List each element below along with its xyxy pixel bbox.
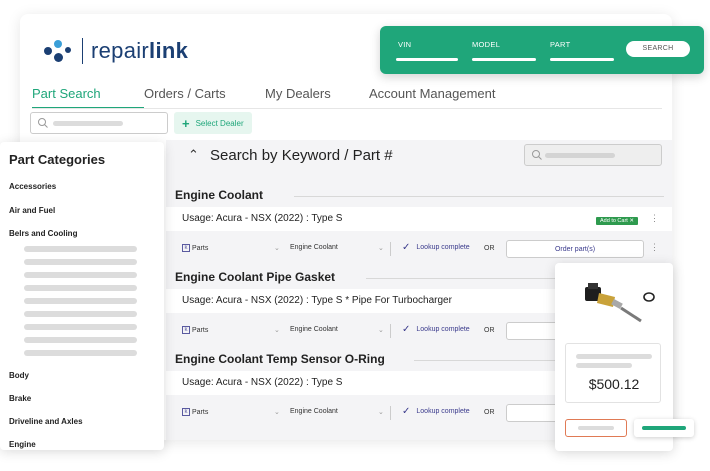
- vertical-divider: [390, 406, 391, 420]
- vertical-divider: [390, 324, 391, 338]
- result-title: Engine Coolant Temp Sensor O-Ring: [175, 352, 385, 366]
- chevron-down-icon: ⌄: [378, 245, 384, 252]
- keyword-search-header: ⌃ Search by Keyword / Part #: [166, 140, 672, 170]
- subcategory-placeholder[interactable]: [24, 259, 137, 265]
- category-selector[interactable]: Engine Coolant: [290, 244, 338, 251]
- price-box: $500.12: [565, 343, 661, 403]
- add-to-cart-badge[interactable]: Add to Cart ✕: [596, 217, 638, 225]
- tab-part-search[interactable]: Part Search: [32, 86, 144, 109]
- search-icon: [532, 150, 542, 160]
- check-icon: ✓: [402, 406, 411, 417]
- category-item[interactable]: Belrs and Cooling: [9, 229, 77, 238]
- order-parts-button[interactable]: Order part(s): [506, 240, 644, 258]
- product-price: $500.12: [588, 376, 640, 392]
- search-placeholder-bar: [53, 121, 123, 126]
- select-dealer-label: Select Dealer: [195, 118, 244, 128]
- logo-divider: [82, 38, 83, 64]
- repairlink-logo[interactable]: repairlink: [42, 38, 188, 64]
- usage-text: Usage: Acura - NSX (2022) : Type S: [182, 377, 343, 388]
- subcategory-placeholder[interactable]: [24, 285, 137, 291]
- primary-action-button[interactable]: [634, 419, 694, 437]
- parts-kind-icon: k: [182, 326, 190, 334]
- vertical-divider: [390, 242, 391, 256]
- vin-search-button[interactable]: SEARCH: [626, 41, 690, 57]
- price-placeholder-line: [576, 363, 632, 368]
- subcategory-placeholder[interactable]: [24, 272, 137, 278]
- vin-label: VIN: [398, 40, 412, 49]
- keyword-search-input[interactable]: [524, 144, 662, 166]
- chevron-down-icon: ⌄: [274, 327, 280, 334]
- category-item[interactable]: Engine: [9, 440, 36, 449]
- keyword-search-title: Search by Keyword / Part #: [210, 147, 393, 164]
- coolant-temp-sensor-image: [585, 283, 655, 323]
- category-selector[interactable]: Engine Coolant: [290, 408, 338, 415]
- price-placeholder-line: [576, 354, 652, 359]
- kebab-menu-icon[interactable]: ⋮: [650, 242, 659, 253]
- vin-search-bar: VIN MODEL PART SEARCH: [380, 26, 704, 74]
- parts-kind-icon: k: [182, 408, 190, 416]
- category-selector[interactable]: Engine Coolant: [290, 326, 338, 333]
- parts-kind-icon: k: [182, 244, 190, 252]
- subcategory-placeholder[interactable]: [24, 311, 137, 317]
- search-placeholder-bar: [545, 153, 615, 158]
- subcategory-placeholder[interactable]: [24, 298, 137, 304]
- chevron-up-icon[interactable]: ⌃: [188, 147, 199, 163]
- usage-text: Usage: Acura - NSX (2022) : Type S: [182, 213, 343, 224]
- check-icon: ✓: [402, 242, 411, 253]
- parts-selector[interactable]: k Parts: [182, 326, 208, 334]
- secondary-action-button[interactable]: [565, 419, 627, 437]
- search-icon: [38, 118, 48, 128]
- vin-input[interactable]: [396, 58, 458, 61]
- result-action-row: k Parts ⌄ Engine Coolant ⌄ ✓ Lookup comple…: [166, 234, 672, 262]
- tab-orders-carts[interactable]: Orders / Carts: [144, 86, 265, 109]
- part-input[interactable]: [550, 58, 614, 61]
- part-categories-panel: Part Categories Accessories Air and Fuel…: [0, 142, 164, 450]
- category-item[interactable]: Driveline and Axles: [9, 417, 83, 426]
- parts-selector[interactable]: k Parts: [182, 408, 208, 416]
- subcategory-placeholder[interactable]: [24, 337, 137, 343]
- section-divider: [294, 196, 664, 197]
- or-label: OR: [484, 245, 495, 252]
- category-item[interactable]: Brake: [9, 394, 31, 403]
- subcategory-placeholder[interactable]: [24, 350, 137, 356]
- plus-icon: +: [182, 115, 190, 131]
- parts-selector[interactable]: k Parts: [182, 244, 208, 252]
- category-item[interactable]: Air and Fuel: [9, 206, 55, 215]
- category-item[interactable]: Body: [9, 371, 29, 380]
- chevron-down-icon: ⌄: [378, 409, 384, 416]
- categories-title: Part Categories: [9, 152, 106, 167]
- chevron-down-icon: ⌄: [274, 409, 280, 416]
- chevron-down-icon: ⌄: [274, 245, 280, 252]
- result-title: Engine Coolant Pipe Gasket: [175, 270, 336, 284]
- model-label: MODEL: [472, 40, 501, 49]
- part-search-input[interactable]: [30, 112, 168, 134]
- main-tabs: Part Search Orders / Carts My Dealers Ac…: [32, 86, 495, 109]
- or-label: OR: [484, 409, 495, 416]
- category-item[interactable]: Accessories: [9, 182, 56, 191]
- lookup-status: ✓ Lookup complete: [402, 406, 470, 417]
- tab-account-management[interactable]: Account Management: [369, 86, 495, 109]
- part-label: PART: [550, 40, 571, 49]
- lookup-status: ✓ Lookup complete: [402, 242, 470, 253]
- tab-divider: [32, 108, 662, 109]
- logo-dots-icon: [42, 38, 72, 64]
- chevron-down-icon: ⌄: [378, 327, 384, 334]
- result-title: Engine Coolant: [175, 188, 263, 202]
- lookup-status: ✓ Lookup complete: [402, 324, 470, 335]
- usage-row: Usage: Acura - NSX (2022) : Type S Add t…: [166, 207, 672, 231]
- or-label: OR: [484, 327, 495, 334]
- logo-wordmark: repairlink: [91, 38, 189, 63]
- check-icon: ✓: [402, 324, 411, 335]
- model-input[interactable]: [472, 58, 536, 61]
- kebab-menu-icon[interactable]: ⋮: [650, 213, 659, 224]
- tab-my-dealers[interactable]: My Dealers: [265, 86, 369, 109]
- subcategory-placeholder[interactable]: [24, 246, 137, 252]
- stage: repairlink Part Search Orders / Carts My…: [0, 0, 710, 471]
- subcategory-placeholder[interactable]: [24, 324, 137, 330]
- select-dealer-button[interactable]: + Select Dealer: [174, 112, 252, 134]
- usage-text: Usage: Acura - NSX (2022) : Type S * Pip…: [182, 295, 452, 306]
